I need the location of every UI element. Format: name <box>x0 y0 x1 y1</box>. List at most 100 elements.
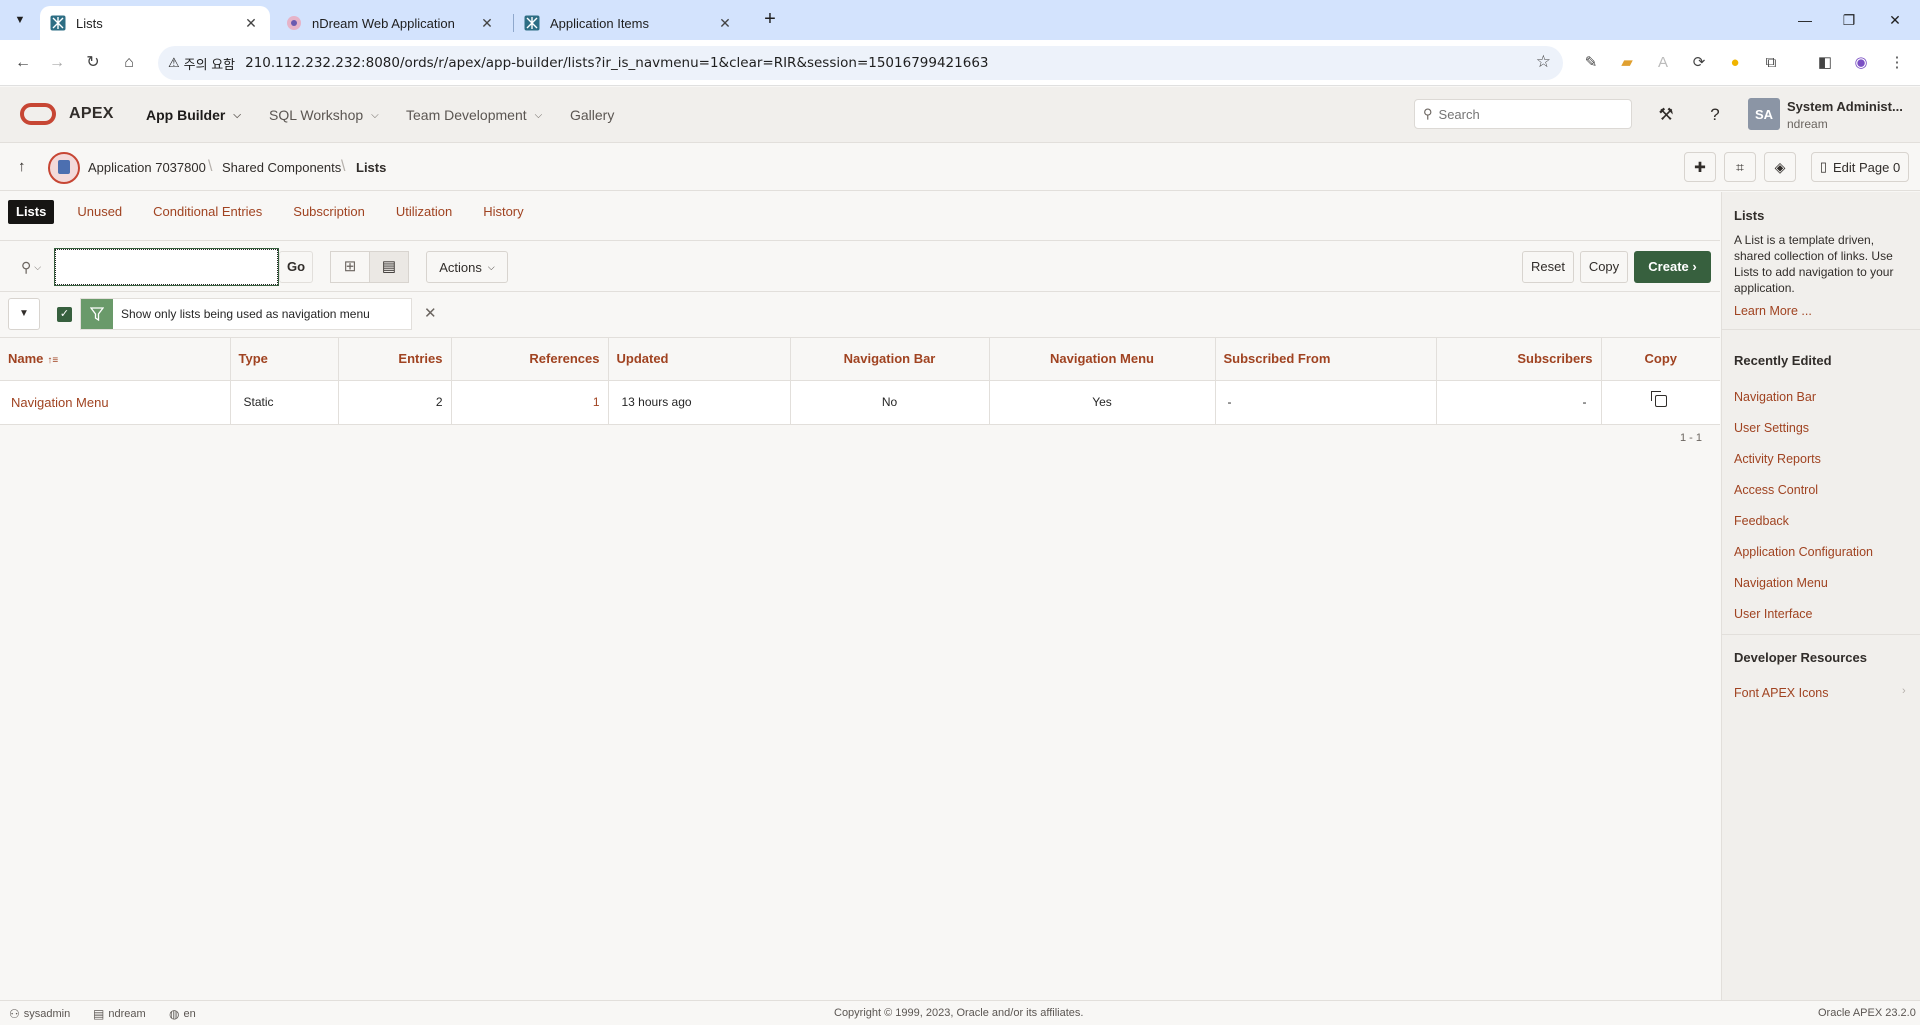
tab-history[interactable]: History <box>475 200 531 224</box>
list-name-link[interactable]: Navigation Menu <box>11 395 109 410</box>
notes-extension-icon[interactable]: ▰ <box>1616 52 1638 74</box>
header-search-input[interactable] <box>1438 106 1619 122</box>
recent-link-navigation-bar[interactable]: Navigation Bar <box>1734 390 1816 404</box>
new-tab-plus-icon[interactable]: + <box>758 8 782 32</box>
recent-link-user-interface[interactable]: User Interface <box>1734 607 1813 621</box>
tab-close-icon[interactable]: ✕ <box>242 15 260 32</box>
help-icon[interactable]: ? <box>1703 103 1727 127</box>
recent-link-navigation-menu[interactable]: Navigation Menu <box>1734 576 1828 590</box>
copy-list-icon[interactable] <box>1650 390 1667 407</box>
font-apex-icons-link[interactable]: Font APEX Icons <box>1734 686 1829 700</box>
coin-extension-icon[interactable]: ● <box>1724 52 1746 74</box>
breadcrumb-application[interactable]: Application 7037800 <box>88 160 206 175</box>
tab-subscription[interactable]: Subscription <box>285 200 373 224</box>
collapse-filters-caret-icon[interactable]: ▼ <box>8 298 40 330</box>
apex-favicon-icon <box>524 15 540 31</box>
tab-utilization[interactable]: Utilization <box>388 200 460 224</box>
subtabs: Lists Unused Conditional Entries Subscri… <box>8 200 547 224</box>
browser-tab-application-items[interactable]: Application Items ✕ <box>514 6 744 40</box>
nav-sql-workshop[interactable]: SQL Workshop ⌵ <box>269 107 379 123</box>
up-arrow-icon[interactable]: ↑ <box>18 158 26 175</box>
column-header-references[interactable]: References <box>451 338 609 380</box>
profile-icon[interactable]: ◉ <box>1850 52 1872 74</box>
nav-gallery[interactable]: Gallery <box>570 107 614 123</box>
learn-more-link[interactable]: Learn More ... <box>1734 304 1812 318</box>
user-name[interactable]: System Administ... <box>1787 99 1903 114</box>
browser-menu-icon[interactable]: ⋮ <box>1886 52 1908 74</box>
forward-arrow-icon[interactable]: → <box>44 50 70 76</box>
feedback-icon[interactable]: ✚ <box>1684 152 1716 182</box>
browser-tab-ndream[interactable]: nDream Web Application ✕ <box>276 6 506 40</box>
apex-header: APEX App Builder ⌵ SQL Workshop ⌵ Team Dev… <box>0 87 1920 143</box>
recent-link-application-configuration[interactable]: Application Configuration <box>1734 545 1873 559</box>
recent-link-access-control[interactable]: Access Control <box>1734 483 1818 497</box>
tab-search-chevron-icon[interactable]: ▼ <box>8 8 32 32</box>
actions-menu-button[interactable]: Actions ⌵ <box>426 251 508 283</box>
shared-components-icon[interactable]: ◈ <box>1764 152 1796 182</box>
nav-team-development[interactable]: Team Development ⌵ <box>406 107 542 123</box>
tab-lists[interactable]: Lists <box>8 200 55 224</box>
create-button[interactable]: Create › <box>1634 251 1711 283</box>
tab-close-icon[interactable]: ✕ <box>478 15 496 32</box>
filter-pill[interactable]: Show only lists being used as navigation… <box>80 298 412 330</box>
refresh-extension-icon[interactable]: ⟳ <box>1688 52 1710 74</box>
breadcrumb-shared-components[interactable]: Shared Components <box>222 160 341 175</box>
browser-tab-lists[interactable]: Lists ✕ <box>40 6 270 40</box>
product-name[interactable]: APEX <box>69 105 114 123</box>
footer-user[interactable]: ⚇ sysadmin <box>9 1007 70 1021</box>
url-text[interactable]: 210.112.232.232:8080/ords/r/apex/app-bui… <box>245 55 988 71</box>
edit-page-button[interactable]: ▯ Edit Page 0 <box>1811 152 1909 182</box>
column-header-type[interactable]: Type <box>230 338 339 380</box>
footer-language[interactable]: ◍ en <box>169 1007 196 1021</box>
main-content: Lists Unused Conditional Entries Subscri… <box>0 192 1720 1000</box>
address-bar[interactable]: ⚠ 주의 요함 210.112.232.232:8080/ords/r/apex… <box>158 46 1563 80</box>
go-button[interactable]: Go <box>279 251 313 283</box>
filter-enable-checkbox[interactable]: ✓ <box>57 307 72 322</box>
recent-link-user-settings[interactable]: User Settings <box>1734 421 1809 435</box>
column-header-name[interactable]: Name ↑≡ <box>0 338 231 380</box>
header-search[interactable]: ⚲ <box>1414 99 1632 129</box>
nav-app-builder[interactable]: App Builder ⌵ <box>146 107 241 123</box>
extensions-puzzle-icon[interactable]: ⧉ <box>1760 52 1782 74</box>
oracle-logo-icon[interactable] <box>20 103 56 125</box>
font-extension-icon[interactable]: A <box>1652 52 1674 74</box>
recent-link-feedback[interactable]: Feedback <box>1734 514 1789 528</box>
restore-icon[interactable]: ❐ <box>1834 8 1864 32</box>
column-search-button[interactable]: ⚲ ⌵ <box>8 251 54 283</box>
icon-view-grid-icon[interactable]: ⊞ <box>330 251 370 283</box>
avatar[interactable]: SA <box>1748 98 1780 130</box>
security-warning-chip[interactable]: ⚠ 주의 요함 <box>168 54 235 73</box>
column-header-subscribers[interactable]: Subscribers <box>1436 338 1602 380</box>
report-search-input[interactable] <box>54 248 279 286</box>
eyedropper-extension-icon[interactable]: ✎ <box>1580 52 1602 74</box>
list-references-link[interactable]: 1 <box>593 395 600 409</box>
search-icon: ⚲ <box>20 258 32 275</box>
home-icon[interactable]: ⌂ <box>116 50 142 76</box>
side-panel-icon[interactable]: ◧ <box>1814 52 1836 74</box>
nav-label: Gallery <box>570 107 615 123</box>
window-close-icon[interactable]: ✕ <box>1880 8 1910 32</box>
tab-unused[interactable]: Unused <box>69 200 130 224</box>
tab-close-icon[interactable]: ✕ <box>716 15 734 32</box>
copy-button[interactable]: Copy <box>1580 251 1628 283</box>
recent-link-activity-reports[interactable]: Activity Reports <box>1734 452 1821 466</box>
reset-button[interactable]: Reset <box>1522 251 1574 283</box>
column-header-navigation-bar[interactable]: Navigation Bar <box>790 338 990 380</box>
remove-filter-close-icon[interactable]: ✕ <box>424 304 437 322</box>
administration-wrench-icon[interactable]: ⚒ <box>1654 103 1678 127</box>
column-header-navigation-menu[interactable]: Navigation Menu <box>989 338 1216 380</box>
reload-icon[interactable]: ↻ <box>80 50 106 76</box>
back-arrow-icon[interactable]: ← <box>10 50 36 76</box>
footer: ⚇ sysadmin ▤ ndream ◍ en Copyright © 1999, … <box>0 1000 1920 1025</box>
tab-conditional-entries[interactable]: Conditional Entries <box>145 200 270 224</box>
footer-workspace[interactable]: ▤ ndream <box>93 1007 146 1021</box>
edit-page-label: Edit Page 0 <box>1832 159 1901 175</box>
minimize-icon[interactable]: — <box>1790 8 1820 32</box>
tag-icon[interactable]: ⌗ <box>1724 152 1756 182</box>
column-header-entries[interactable]: Entries <box>338 338 452 380</box>
column-header-updated[interactable]: Updated <box>608 338 791 380</box>
bookmark-star-icon[interactable]: ☆ <box>1536 52 1551 72</box>
report-view-table-icon[interactable]: ▤ <box>369 251 409 283</box>
application-icon[interactable] <box>48 152 80 184</box>
column-header-subscribed-from[interactable]: Subscribed From <box>1215 338 1437 380</box>
